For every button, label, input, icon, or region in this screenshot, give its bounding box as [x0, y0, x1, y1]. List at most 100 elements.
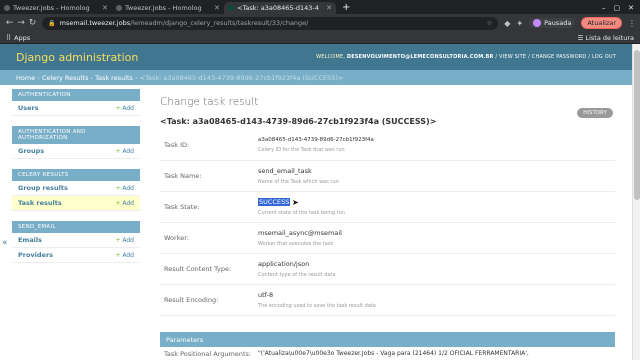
add-link[interactable]: + Add: [115, 252, 134, 259]
address-bar[interactable]: 🔒 msemail.tweezer.jobs /lemeadm/django_c…: [42, 16, 499, 30]
field-help: Current state of the task being run: [258, 210, 345, 216]
breadcrumb-home[interactable]: Home: [16, 74, 35, 82]
field-value: "('Atualiza\u00e7\u00e3o Tweezer.Jobs - …: [258, 350, 529, 357]
sidebar-item-label[interactable]: Group results: [18, 184, 68, 192]
module-authentication: AUTHENTICATION Users + Add: [12, 89, 140, 116]
sidebar-item-task-results[interactable]: Task results + Add: [12, 196, 140, 211]
reading-list-button[interactable]: ☰ Lista de leitura: [578, 34, 634, 42]
minimize-icon[interactable]: –: [602, 4, 606, 12]
browser-tab-3[interactable]: <Task: a3a08465-d143-4 ✕: [224, 2, 336, 14]
logout-link[interactable]: LOG OUT: [592, 54, 616, 60]
profile-button[interactable]: Pausada: [529, 18, 576, 28]
menu-dots-icon[interactable]: ⋮: [628, 19, 636, 28]
django-favicon-icon: [228, 5, 234, 11]
breadcrumb-app[interactable]: Celery Results: [42, 74, 88, 82]
back-arrow-icon[interactable]: ←: [4, 18, 15, 28]
avatar: [533, 19, 542, 27]
breadcrumb-model[interactable]: Task results: [95, 74, 133, 82]
add-label: Add: [122, 251, 134, 259]
tab-favicon-icon: [116, 5, 122, 11]
field-value: utf-8: [258, 291, 274, 299]
add-label: Add: [122, 104, 134, 112]
field-help: Celery ID for the Task that was run: [258, 147, 345, 153]
form-row-task-state: Task State: SUCCESS Current state of the …: [160, 192, 615, 223]
module-caption[interactable]: AUTHENTICATION AND AUTHORIZATION: [12, 126, 140, 144]
main-content: Change task result <Task: a3a08465-d143-…: [160, 96, 615, 358]
browser-toolbar: ← → ↻ 🔒 msemail.tweezer.jobs /lemeadm/dj…: [0, 14, 640, 32]
field-help: Worker that executes the task: [258, 241, 334, 247]
close-window-icon[interactable]: ✕: [628, 4, 634, 12]
breadcrumb-current: <Task: a3a08465-d143-4739-89d6-27cb1f923…: [139, 73, 344, 82]
site-branding[interactable]: Django administration: [16, 51, 138, 64]
add-link[interactable]: + Add: [115, 237, 134, 244]
field-help: Content type of the result data: [258, 272, 336, 278]
module-celery-results: CELERY RESULTS Group results + Add Task …: [12, 169, 140, 211]
fieldset: Task ID: a3a08465-d143-4739-89d6-27cb1f9…: [160, 130, 615, 316]
add-link[interactable]: + Add: [115, 148, 134, 155]
history-button[interactable]: HISTORY: [577, 108, 613, 118]
sidebar-item-label[interactable]: Groups: [18, 147, 44, 155]
reading-list-label: Lista de leitura: [585, 33, 634, 42]
forward-arrow-icon[interactable]: →: [15, 18, 26, 28]
page-scrollbar[interactable]: [632, 44, 640, 360]
close-icon[interactable]: ✕: [326, 4, 332, 12]
new-tab-icon[interactable]: +: [336, 2, 356, 14]
lock-icon[interactable]: 🔒: [48, 20, 55, 27]
close-icon[interactable]: ✕: [214, 4, 220, 12]
sidebar-item-group-results[interactable]: Group results + Add: [12, 181, 140, 196]
sidebar-item-emails[interactable]: Emails + Add: [12, 233, 140, 248]
sidebar-item-label[interactable]: Emails: [18, 236, 42, 244]
form-row-content-type: Result Content Type: application/json Con…: [160, 254, 615, 285]
field-value-selected: SUCCESS: [258, 198, 291, 206]
module-caption[interactable]: CELERY RESULTS: [12, 169, 140, 181]
scrollbar-thumb[interactable]: [634, 50, 640, 200]
form-row-worker: Worker: msemail_async@msemail Worker that…: [160, 223, 615, 254]
breadcrumb: Home › Celery Results › Task results › <…: [0, 70, 632, 85]
sidebar-item-providers[interactable]: Providers + Add: [12, 248, 140, 263]
nav-sidebar: AUTHENTICATION Users + Add AUTHENTICATIO…: [12, 89, 140, 273]
mouse-cursor-icon: ➤: [292, 198, 299, 207]
bookmark-star-icon[interactable]: ☆: [486, 19, 492, 27]
maximize-icon[interactable]: ▢: [614, 4, 621, 12]
module-send-email: SEND_EMAIL Emails + Add Providers + Add: [12, 221, 140, 263]
field-help: Name of the Task which was run: [258, 179, 339, 185]
puzzle-icon[interactable]: ✦: [516, 19, 523, 28]
welcome-text: WELCOME,: [316, 54, 346, 60]
field-value: msemail_async@msemail: [258, 229, 342, 237]
browser-tab-1[interactable]: Tweezer.jobs - Homolog ✕: [0, 2, 112, 14]
sidebar-item-groups[interactable]: Groups + Add: [12, 144, 140, 159]
profile-label: Pausada: [544, 19, 572, 27]
form-row-task-name: Task Name: send_email_task Name of the Ta…: [160, 161, 615, 192]
bookmarks-bar: ⠿ Apps ☰ Lista de leitura: [0, 32, 640, 44]
sidebar-item-users[interactable]: Users + Add: [12, 101, 140, 116]
add-link[interactable]: + Add: [115, 185, 134, 192]
view-site-link[interactable]: VIEW SITE: [499, 54, 526, 60]
sidebar-item-label[interactable]: Users: [18, 104, 39, 112]
collapse-sidebar-icon[interactable]: «: [2, 238, 8, 248]
add-link[interactable]: + Add: [115, 105, 134, 112]
add-label: Add: [122, 147, 134, 155]
apps-link[interactable]: Apps: [14, 34, 30, 42]
form-row-encoding: Result Encoding: utf-8 The encoding used …: [160, 285, 615, 316]
field-label: Result Encoding:: [164, 296, 219, 304]
parameters-caption[interactable]: Parameters: [160, 332, 615, 347]
apps-grid-icon[interactable]: ⠿: [6, 34, 11, 42]
change-password-link[interactable]: CHANGE PASSWORD: [532, 54, 587, 60]
browser-tab-2[interactable]: Tweezer.jobs - Homolog ✕: [112, 2, 224, 14]
user-tools: WELCOME, DESENVOLVIMENTO@LEMECONSULTORIA…: [316, 54, 616, 60]
close-icon[interactable]: ✕: [102, 4, 108, 12]
reload-icon[interactable]: ↻: [27, 18, 38, 28]
object-title: <Task: a3a08465-d143-4739-89d6-27cb1f923…: [160, 117, 437, 126]
admin-header: Django administration WELCOME, DESENVOLV…: [0, 44, 632, 70]
module-caption[interactable]: AUTHENTICATION: [12, 89, 140, 101]
page-title: Change task result: [160, 96, 259, 108]
field-value: a3a08465-d143-4739-89d6-27cb1f923f4a: [258, 137, 374, 143]
sidebar-item-label[interactable]: Providers: [18, 251, 53, 259]
field-label: Task State:: [164, 203, 200, 211]
sidebar-item-label[interactable]: Task results: [18, 199, 62, 207]
module-caption[interactable]: SEND_EMAIL: [12, 221, 140, 233]
add-link[interactable]: + Add: [115, 200, 134, 207]
extension-icon[interactable]: ◆: [504, 19, 510, 28]
update-button[interactable]: Atualizar: [581, 17, 623, 29]
field-label: Worker:: [164, 234, 189, 242]
